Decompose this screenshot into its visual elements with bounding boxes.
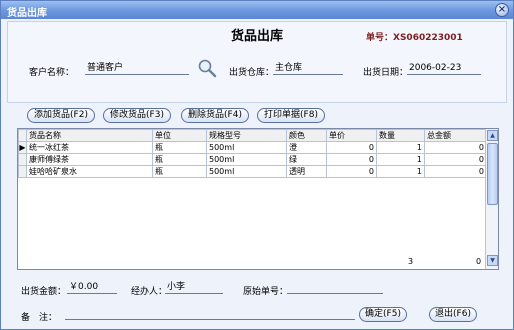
orig-number-field[interactable] [287,280,383,294]
cell-qty[interactable]: 1 [376,165,425,178]
table-row[interactable]: 娃哈哈矿泉水 瓶 500ml 透明 0 1 0 [18,165,487,178]
amount-label: 出货金额： [21,287,67,297]
column-header[interactable]: 单位 [152,129,207,142]
column-header[interactable]: 总金额 [424,129,487,142]
date-field[interactable]: 2006-02-23 [407,61,481,75]
cell-name[interactable]: 康师傅绿茶 [26,153,153,166]
table-header-row: 货品名称 单位 规格型号 颜色 单价 数量 总金额 [18,129,487,142]
cell-name[interactable]: 统一冰红茶 [26,141,153,154]
toolbar: 添加货品(F2) 修改货品(F3) 删除货品(F4) 打印单据(F8) [7,105,507,127]
doc-number-label: 单号： [366,33,394,43]
totals-row: 3 0 [18,257,486,269]
cell-price[interactable]: 0 [326,165,377,178]
row-indicator [18,165,27,178]
scroll-thumb[interactable] [487,143,498,205]
cell-price[interactable]: 0 [326,141,377,154]
cell-qty[interactable]: 1 [376,141,425,154]
total-qty: 3 [408,257,414,266]
remark-field[interactable] [65,306,355,320]
items-table: 货品名称 单位 规格型号 颜色 单价 数量 总金额 ▶ 统一冰红茶 瓶 500m… [18,129,487,178]
indicator-header [18,129,27,142]
cell-color[interactable]: 绿 [286,153,327,166]
customer-field[interactable]: 普通客户 [85,61,189,75]
footer-panel: 出货金额： ￥0.00 经办人： 小李 原始单号： 备 注： 确定(F5) 退出… [7,272,507,328]
handler-label: 经办人： [131,287,168,297]
warehouse-field[interactable]: 主仓库 [273,61,343,75]
magnifier-icon[interactable] [197,58,217,78]
remark-label: 备 注： [21,313,58,323]
customer-label: 客户名称： [29,68,75,78]
form-title: 货品出库 [231,29,284,44]
scroll-up-arrow-icon[interactable]: ▲ [487,130,498,141]
column-header[interactable]: 数量 [376,129,425,142]
cell-spec[interactable]: 500ml [206,165,287,178]
handler-field[interactable]: 小李 [165,280,223,294]
cell-unit[interactable]: 瓶 [152,153,207,166]
column-header[interactable]: 货品名称 [26,129,153,142]
orig-number-label: 原始单号： [243,287,289,297]
table-row[interactable]: 康师傅绿茶 瓶 500ml 绿 0 1 0 [18,153,487,166]
doc-number: 单号：XS060223001 [366,30,463,43]
table-row[interactable]: ▶ 统一冰红茶 瓶 500ml 澄 0 1 0 [18,141,487,154]
add-item-button[interactable]: 添加货品(F2) [27,108,95,123]
delete-item-button[interactable]: 删除货品(F4) [181,108,249,123]
cell-amount[interactable]: 0 [424,165,487,178]
row-indicator [18,153,27,166]
cell-amount[interactable]: 0 [424,153,487,166]
column-header[interactable]: 单价 [326,129,377,142]
edit-item-button[interactable]: 修改货品(F3) [103,108,171,123]
close-button[interactable]: × [495,3,509,17]
vertical-scrollbar[interactable]: ▲ ▼ [485,129,498,269]
row-indicator: ▶ [18,141,27,154]
cell-name[interactable]: 娃哈哈矿泉水 [26,165,153,178]
warehouse-label: 出货仓库： [229,68,275,78]
column-header[interactable]: 规格型号 [206,129,287,142]
cell-color[interactable]: 澄 [286,141,327,154]
ok-button[interactable]: 确定(F5) [359,307,407,322]
doc-number-value: XS060223001 [393,33,463,43]
cell-qty[interactable]: 1 [376,153,425,166]
cell-unit[interactable]: 瓶 [152,141,207,154]
exit-button[interactable]: 退出(F6) [429,307,477,322]
print-button[interactable]: 打印单据(F8) [257,108,325,123]
column-header[interactable]: 颜色 [286,129,327,142]
amount-field: ￥0.00 [67,280,117,294]
title-bar: 货品出库 × [1,1,513,19]
total-amount: 0 [476,257,482,266]
cell-spec[interactable]: 500ml [206,153,287,166]
cell-amount[interactable]: 0 [424,141,487,154]
cell-spec[interactable]: 500ml [206,141,287,154]
items-grid[interactable]: 货品名称 单位 规格型号 颜色 单价 数量 总金额 ▶ 统一冰红茶 瓶 500m… [17,128,499,270]
scroll-down-arrow-icon[interactable]: ▼ [487,255,498,266]
stock-out-window: 货品出库 × 货品出库 单号：XS060223001 客户名称： 普通客户 出货… [0,0,514,330]
cell-unit[interactable]: 瓶 [152,165,207,178]
window-title: 货品出库 [7,8,47,19]
date-label: 出货日期： [363,68,409,78]
cell-price[interactable]: 0 [326,153,377,166]
cell-color[interactable]: 透明 [286,165,327,178]
